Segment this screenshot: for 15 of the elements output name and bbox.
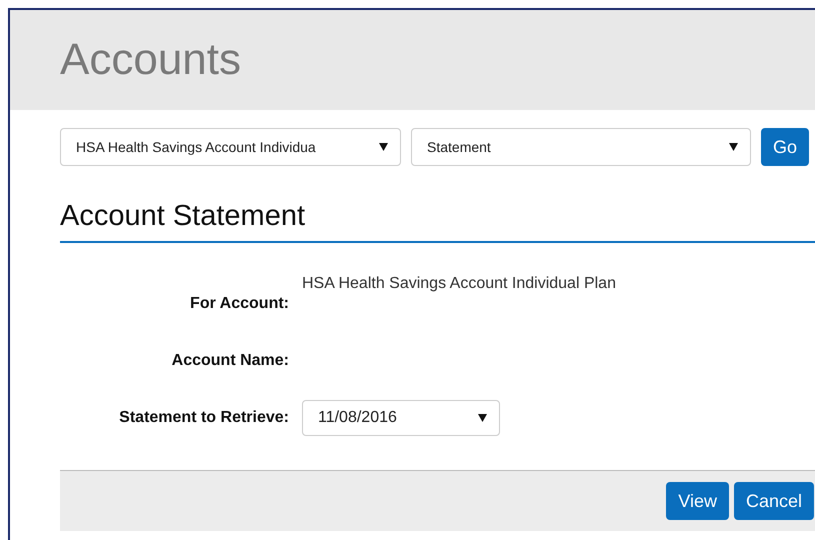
caret-icon bbox=[379, 143, 388, 151]
date-dropdown[interactable]: 11/08/2016 bbox=[302, 400, 500, 436]
field-value: HSA Health Savings Account Individual Plan bbox=[302, 275, 616, 293]
account-dropdown[interactable]: HSA Health Savings Account Individua bbox=[60, 128, 401, 166]
go-button[interactable]: Go bbox=[761, 128, 810, 166]
section-title: Account Statement bbox=[60, 200, 815, 243]
field-label: Account Name: bbox=[172, 352, 289, 370]
caret-icon bbox=[478, 414, 487, 422]
cancel-button[interactable]: Cancel bbox=[734, 482, 814, 520]
view-button[interactable]: View bbox=[666, 482, 729, 520]
page-title: Accounts bbox=[60, 35, 241, 85]
caret-icon bbox=[729, 143, 738, 151]
field-label: For Account: bbox=[190, 294, 289, 312]
field-label: Statement to Retrieve: bbox=[119, 408, 289, 426]
view-dropdown[interactable]: Statement bbox=[411, 128, 751, 166]
